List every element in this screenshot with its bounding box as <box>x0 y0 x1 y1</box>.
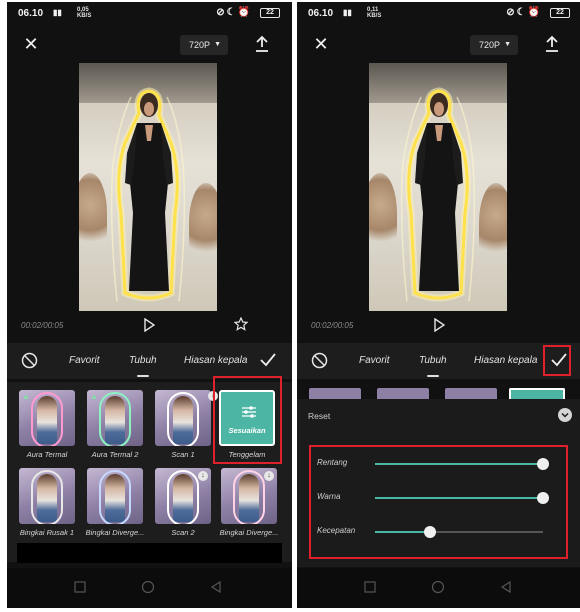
effect-label: Scan 1 <box>171 450 195 459</box>
effect-thumbnail <box>19 468 75 524</box>
highlight-box-adjust-tile <box>213 376 282 464</box>
no-effect-icon[interactable] <box>21 352 38 369</box>
resolution-value: 720P <box>479 40 501 50</box>
status-time: 06.10 <box>308 8 334 19</box>
video-preview[interactable] <box>79 63 217 311</box>
status-bar: 06.10 ▮▮ 0,05 KB/S ⊘☾⏰ 22 <box>7 2 292 24</box>
video-preview[interactable] <box>369 63 507 311</box>
close-icon[interactable]: ✕ <box>313 35 329 53</box>
effect-thumbnail-peek <box>445 388 497 399</box>
effect-thumbnail-peek <box>309 388 361 399</box>
subject-with-glow-effect <box>110 87 186 302</box>
home-icon[interactable] <box>141 580 155 594</box>
timecode: 00:02/00:05 <box>311 321 354 330</box>
tab-tubuh[interactable]: Tubuh <box>419 355 447 366</box>
home-icon[interactable] <box>431 580 445 594</box>
tab-favorit[interactable]: Favorit <box>359 355 390 366</box>
status-icons: ⊘☾⏰ <box>216 7 252 18</box>
resolution-dropdown[interactable]: 720P ▼ <box>180 35 228 55</box>
tab-favorit[interactable]: Favorit <box>69 355 100 366</box>
bottom-bar <box>17 543 282 563</box>
status-time: 06.10 <box>18 8 44 19</box>
play-icon[interactable] <box>433 318 445 332</box>
signal-icon: ▮▮ <box>343 8 352 17</box>
recent-apps-icon[interactable] <box>73 580 87 594</box>
tab-hiasan-kepala[interactable]: Hiasan kepala <box>184 355 247 366</box>
network-speed: 0,11 KB/S <box>367 7 382 19</box>
network-speed: 0,05 KB/S <box>77 7 92 19</box>
chevron-down-icon: ▼ <box>504 41 511 48</box>
left-phone-screen: 06.10 ▮▮ 0,05 KB/S ⊘☾⏰ 22 ✕ 720P ▼ 00:02/… <box>7 2 292 608</box>
effect-label: Aura Termal 2 <box>91 450 139 459</box>
effect-label: Aura Termal <box>26 450 68 459</box>
back-icon[interactable] <box>209 580 223 594</box>
android-nav-bar <box>7 568 292 608</box>
active-tab-indicator <box>427 375 439 377</box>
chevron-down-icon: ▼ <box>214 41 221 48</box>
effect-thumbnail <box>155 390 211 446</box>
status-bar: 06.10 ▮▮ 0,11 KB/S ⊘☾⏰ 22 <box>297 2 580 24</box>
export-icon[interactable] <box>544 35 560 53</box>
battery-icon: 22 <box>260 8 280 18</box>
effect-label: Scan 2 <box>171 528 195 537</box>
active-tab-indicator <box>137 375 149 377</box>
effect-label: Bingkai Rusak 1 <box>19 528 75 537</box>
effect-thumbnail-peek <box>509 388 565 399</box>
android-nav-bar <box>297 568 580 608</box>
recent-apps-icon[interactable] <box>363 580 377 594</box>
collapse-chevron-icon[interactable] <box>558 408 572 422</box>
close-icon[interactable]: ✕ <box>23 35 39 53</box>
resolution-value: 720P <box>189 40 211 50</box>
download-icon: ↓ <box>198 471 208 481</box>
premium-icon: ▲ <box>90 392 98 401</box>
effect-thumbnail-peek <box>377 388 429 399</box>
signal-icon: ▮▮ <box>53 8 62 17</box>
tab-hiasan-kepala[interactable]: Hiasan kepala <box>474 355 537 366</box>
premium-icon: ▲ <box>22 392 30 401</box>
reset-button[interactable]: Reset <box>308 411 330 421</box>
effect-label: Bingkai Diverge... <box>85 528 145 537</box>
effect-label: Bingkai Diverge... <box>219 528 279 537</box>
battery-icon: 22 <box>550 8 570 18</box>
subject-with-glow-effect <box>400 87 476 302</box>
no-effect-icon[interactable] <box>311 352 328 369</box>
effect-category-bar: Favorit Tubuh Hiasan kepala <box>7 343 292 379</box>
back-icon[interactable] <box>499 580 513 594</box>
right-phone-screen: 06.10 ▮▮ 0,11 KB/S ⊘☾⏰ 22 ✕ 720P ▼ 00:02/… <box>297 2 580 608</box>
effect-category-bar: Favorit Tubuh Hiasan kepala <box>297 343 580 379</box>
download-icon: ↓ <box>264 471 274 481</box>
play-icon[interactable] <box>143 318 155 332</box>
status-icons: ⊘☾⏰ <box>506 7 542 18</box>
star-icon[interactable] <box>234 317 248 331</box>
effect-thumbnail <box>87 468 143 524</box>
tab-tubuh[interactable]: Tubuh <box>129 355 157 366</box>
confirm-check-icon[interactable] <box>258 351 278 369</box>
resolution-dropdown[interactable]: 720P ▼ <box>470 35 518 55</box>
timecode: 00:02/00:05 <box>21 321 64 330</box>
highlight-box-sliders <box>309 445 568 559</box>
highlight-box-confirm <box>543 345 571 376</box>
export-icon[interactable] <box>254 35 270 53</box>
